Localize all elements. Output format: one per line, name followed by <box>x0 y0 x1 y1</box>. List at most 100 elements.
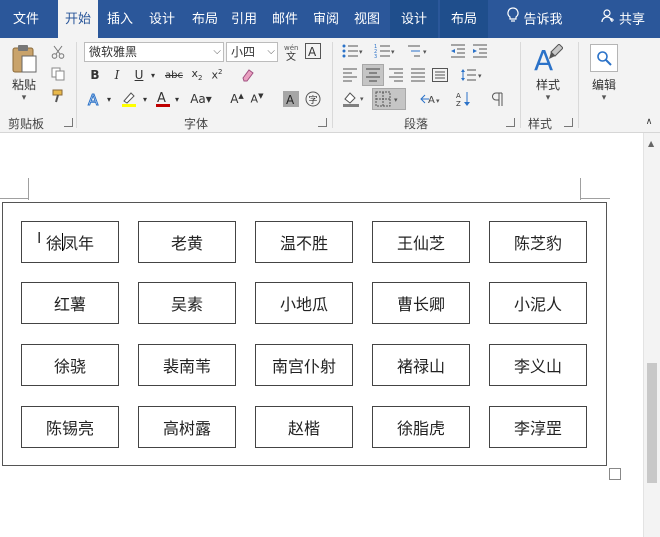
shading-button[interactable]: ▾ <box>340 90 368 108</box>
tab-review[interactable]: 审阅 <box>308 0 344 38</box>
font-color-dropdown[interactable]: ▾ <box>172 90 182 108</box>
change-case-button[interactable]: Aa▾ <box>186 90 216 108</box>
font-name-combo[interactable]: 微软雅黑 ⌵ <box>84 42 224 62</box>
phonetic-guide-button[interactable]: wén 文 <box>282 42 302 62</box>
font-launcher[interactable] <box>318 118 327 127</box>
underline-icon: U <box>134 68 144 82</box>
scissors-icon <box>51 45 65 59</box>
table-cell[interactable]: 王仙芝 <box>372 221 470 263</box>
text-effects-dropdown[interactable]: ▾ <box>104 90 114 108</box>
tab-references[interactable]: 引用 <box>226 0 262 38</box>
bullets-button[interactable]: ▾ <box>340 42 366 60</box>
subscript-button[interactable]: x2 <box>188 66 206 84</box>
font-size-combo[interactable]: 小四 ⌵ <box>226 42 278 62</box>
styles-gallery-button[interactable]: A 样式 ▾ <box>526 42 570 104</box>
table-cell[interactable]: 温不胜 <box>255 221 353 263</box>
table-cell[interactable]: 裴南苇 <box>138 344 236 386</box>
separator <box>578 42 579 128</box>
table-cell[interactable]: 赵楷 <box>255 406 353 448</box>
tab-layout[interactable]: 布局 <box>186 0 224 38</box>
subscript-icon: x2 <box>191 67 203 83</box>
cut-button[interactable] <box>48 42 68 62</box>
svg-text:A: A <box>308 45 317 59</box>
multilevel-list-button[interactable]: ▾ <box>404 42 430 60</box>
underline-dropdown[interactable]: ▾ <box>148 66 158 84</box>
tab-home[interactable]: 开始 <box>58 0 98 38</box>
text-effects-icon: A <box>87 91 103 107</box>
copy-button[interactable] <box>48 64 68 84</box>
borders-button[interactable]: ▾ <box>372 88 406 110</box>
chinese-layout-button[interactable]: A ▾ <box>418 90 444 108</box>
align-right-button[interactable] <box>386 66 406 84</box>
table-cell[interactable]: 小地瓜 <box>255 282 353 324</box>
table-cell[interactable]: 陈锡亮 <box>21 406 119 448</box>
superscript-button[interactable]: x2 <box>208 66 226 84</box>
distributed-button[interactable] <box>430 66 450 84</box>
crop-mark <box>580 178 581 200</box>
copy-icon <box>51 67 65 81</box>
align-left-button[interactable] <box>340 66 360 84</box>
grow-font-button[interactable]: A▲ <box>228 90 246 108</box>
shrink-font-button[interactable]: A▼ <box>248 90 266 108</box>
bold-button[interactable]: B <box>86 66 104 84</box>
tab-view[interactable]: 视图 <box>348 0 386 38</box>
chevron-up-icon: ∧ <box>645 117 653 127</box>
tab-insert[interactable]: 插入 <box>102 0 138 38</box>
line-spacing-button[interactable]: ▾ <box>458 66 486 84</box>
tab-file[interactable]: 文件 <box>0 0 52 38</box>
table-cell[interactable]: 李义山 <box>489 344 587 386</box>
tab-table-design[interactable]: 设计 <box>390 0 438 38</box>
show-marks-button[interactable] <box>488 90 506 108</box>
tab-table-layout[interactable]: 布局 <box>440 0 488 38</box>
tell-me-box[interactable]: 告诉我 <box>496 0 574 38</box>
char-border-button[interactable]: A <box>304 42 322 60</box>
text-effects-button[interactable]: A <box>86 90 104 108</box>
scrollbar-thumb[interactable] <box>647 363 657 483</box>
highlight-dropdown[interactable]: ▾ <box>140 90 150 108</box>
paragraph-launcher[interactable] <box>506 118 515 127</box>
table-cell[interactable]: 徐骁 <box>21 344 119 386</box>
vertical-scrollbar[interactable]: ▲ <box>643 133 660 537</box>
svg-text:A: A <box>157 91 166 106</box>
clipboard-launcher[interactable] <box>64 118 73 127</box>
tab-design[interactable]: 设计 <box>142 0 182 38</box>
highlight-button[interactable] <box>118 90 140 108</box>
clear-format-button[interactable] <box>238 66 258 84</box>
font-color-button[interactable]: A <box>154 90 172 108</box>
table-cell[interactable]: 老黄 <box>138 221 236 263</box>
table-cell[interactable]: 徐凤年 <box>21 221 119 263</box>
scroll-up-icon[interactable]: ▲ <box>648 139 654 148</box>
enclose-char-button[interactable]: 字 <box>304 90 322 108</box>
phonetic-icon: wén 文 <box>283 43 301 61</box>
styles-launcher[interactable] <box>564 118 573 127</box>
table-cell[interactable]: 褚禄山 <box>372 344 470 386</box>
table-cell[interactable]: 李淳罡 <box>489 406 587 448</box>
italic-button[interactable]: I <box>108 66 126 84</box>
collapse-ribbon-button[interactable]: ∧ <box>642 116 656 128</box>
format-painter-button[interactable] <box>48 86 68 106</box>
table-cell[interactable]: 徐脂虎 <box>372 406 470 448</box>
char-shading-button[interactable]: A <box>282 90 300 108</box>
table-cell[interactable]: 红薯 <box>21 282 119 324</box>
table-cell[interactable]: 小泥人 <box>489 282 587 324</box>
justify-button[interactable] <box>408 66 428 84</box>
table-cell[interactable]: 南宫仆射 <box>255 344 353 386</box>
underline-button[interactable]: U <box>130 66 148 84</box>
table-resize-handle[interactable] <box>609 468 621 480</box>
table-cell[interactable]: 高树露 <box>138 406 236 448</box>
chevron-down-icon: ▾ <box>21 92 27 103</box>
share-button[interactable]: 共享 <box>590 0 656 38</box>
decrease-indent-button[interactable] <box>448 42 468 60</box>
strikethrough-button[interactable]: abc <box>162 66 186 84</box>
paste-button[interactable]: 粘贴 ▾ <box>6 42 42 104</box>
search-icon <box>590 43 618 72</box>
increase-indent-button[interactable] <box>470 42 490 60</box>
numbering-button[interactable]: 1 2 3 ▾ <box>372 42 398 60</box>
editing-button[interactable]: 编辑 ▾ <box>586 42 622 104</box>
align-center-button[interactable] <box>362 64 384 86</box>
table-cell[interactable]: 曹长卿 <box>372 282 470 324</box>
sort-button[interactable]: AZ <box>454 90 474 108</box>
tab-mailings[interactable]: 邮件 <box>266 0 304 38</box>
table-cell[interactable]: 吴素 <box>138 282 236 324</box>
table-cell[interactable]: 陈芝豹 <box>489 221 587 263</box>
